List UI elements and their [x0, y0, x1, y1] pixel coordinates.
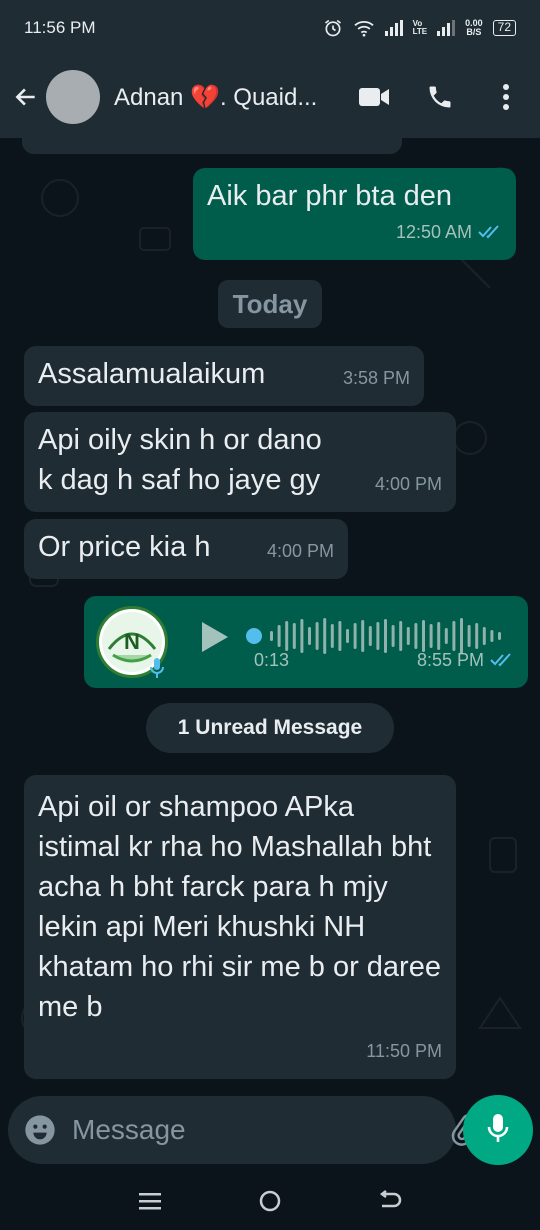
message-text: Assalamualaikum — [38, 358, 266, 390]
message-text: Aik bar phr bta den — [207, 180, 453, 212]
svg-text:N: N — [124, 629, 140, 654]
message-text: Api oily skin h or dano k dag h saf ho j… — [38, 424, 322, 496]
play-icon[interactable] — [200, 620, 230, 665]
contact-name[interactable]: Adnan 💔. Quaid... — [114, 83, 330, 112]
waveform-bar — [384, 619, 387, 653]
message-list[interactable]: 12:27 AM Aik bar phr bta den 12:50 AM To… — [0, 138, 540, 1098]
back-nav-icon[interactable] — [370, 1181, 410, 1221]
system-nav-bar — [0, 1172, 540, 1230]
waveform-bar — [330, 624, 334, 648]
message-text: Or price kia h — [38, 531, 211, 563]
waveform-bar — [292, 623, 296, 649]
voice-note-duration: 0:13 — [254, 650, 290, 670]
signal-icon — [384, 20, 403, 36]
chat-header: Adnan 💔. Quaid... — [0, 56, 540, 138]
wifi-icon — [353, 19, 375, 37]
unread-divider: 1 Unread Message — [146, 703, 394, 753]
waveform-bar — [353, 623, 357, 649]
emoji-icon[interactable] — [24, 1113, 56, 1147]
more-vert-icon[interactable] — [484, 75, 528, 119]
waveform-bar — [406, 627, 410, 645]
waveform-bar — [498, 632, 501, 640]
signal-icon-2 — [437, 20, 456, 36]
video-call-icon[interactable] — [352, 75, 396, 119]
phone-icon[interactable] — [418, 75, 462, 119]
message-meta: 12:50 AM — [396, 212, 502, 252]
mic-badge-icon — [150, 650, 164, 690]
volte-indicator: Vo LTE — [412, 19, 428, 36]
net-speed: 0.00 B/S — [465, 18, 483, 37]
mic-icon — [486, 1112, 510, 1149]
message-bubble-incoming[interactable]: Api oil or shampoo APka istimal kr rha h… — [24, 775, 456, 1079]
message-bubble-incoming[interactable]: Assalamualaikum 3:58 PM — [24, 346, 424, 406]
message-time: 12:50 AM — [395, 222, 472, 242]
message-bubble-partial[interactable]: 12:27 AM — [22, 138, 402, 154]
waveform-bar — [338, 621, 342, 651]
avatar[interactable] — [46, 70, 100, 124]
message-input[interactable] — [72, 1114, 433, 1146]
voice-note-meta: 8:55 PM — [417, 640, 514, 680]
message-bubble-outgoing[interactable]: Aik bar phr bta den 12:50 AM — [193, 168, 516, 260]
read-receipt-icon — [478, 225, 502, 239]
message-time: 11:50 PM — [366, 1041, 442, 1061]
waveform-bar — [368, 626, 372, 646]
alarm-icon — [323, 18, 343, 38]
back-arrow-icon[interactable] — [12, 83, 40, 111]
message-time: 4:00 PM — [266, 541, 334, 561]
waveform-bar — [300, 619, 304, 653]
read-receipt-icon — [490, 653, 514, 667]
status-time: 11:56 PM — [24, 18, 96, 37]
message-time: 12:27 AM — [312, 138, 388, 150]
waveform-bar — [315, 622, 319, 650]
message-text: Api oil or shampoo APka istimal kr rha h… — [38, 791, 441, 1023]
voice-note-bubble[interactable]: N 0:13 8:55 PM — [84, 596, 528, 688]
waveform-bar — [376, 622, 380, 650]
recents-icon[interactable] — [130, 1181, 170, 1221]
status-bar: 11:56 PM Vo LTE 0.00 B/S 72 — [0, 0, 540, 56]
voice-note-time: 8:55 PM — [416, 650, 484, 670]
waveform-bar — [361, 620, 365, 652]
message-composer — [8, 1096, 524, 1164]
message-bubble-incoming[interactable]: Or price kia h 4:00 PM — [24, 519, 348, 579]
date-chip: Today — [218, 280, 322, 328]
waveform-bar — [391, 625, 395, 647]
waveform-bar — [323, 618, 327, 654]
waveform-bar — [346, 629, 349, 643]
voice-record-button[interactable] — [463, 1095, 533, 1165]
status-icons: Vo LTE 0.00 B/S 72 — [323, 18, 516, 38]
message-time: 3:58 PM — [342, 368, 410, 388]
home-icon[interactable] — [250, 1181, 290, 1221]
battery-indicator: 72 — [492, 20, 516, 36]
message-time: 4:00 PM — [374, 474, 442, 494]
message-bubble-incoming[interactable]: Api oily skin h or dano k dag h saf ho j… — [24, 412, 456, 512]
waveform-bar — [399, 621, 403, 651]
waveform-bar — [308, 627, 311, 645]
